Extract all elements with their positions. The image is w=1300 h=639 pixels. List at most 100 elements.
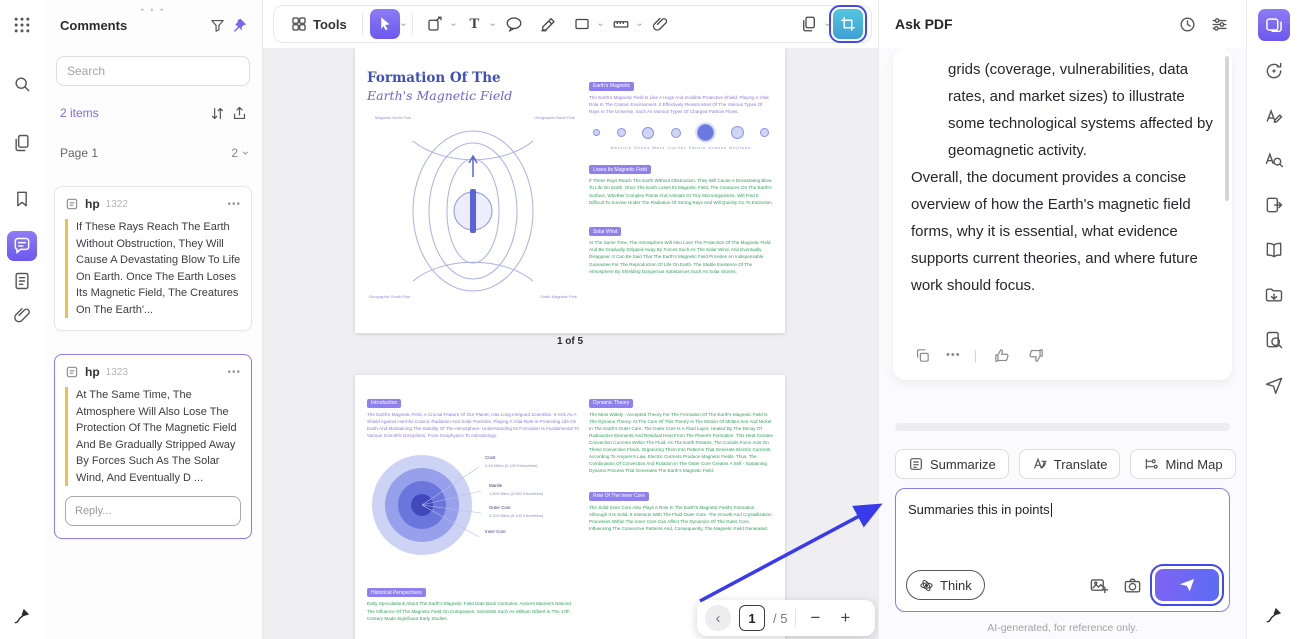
left-rail	[0, 0, 44, 639]
chevron-down-icon[interactable]: ›	[822, 22, 833, 25]
search-icon[interactable]	[7, 69, 37, 99]
more-icon[interactable]: •••	[227, 199, 241, 210]
ask-input-text[interactable]: Summaries this in points	[908, 502, 1050, 517]
comment-tool-button[interactable]	[499, 9, 529, 39]
sort-icon[interactable]	[206, 102, 228, 124]
panel-divider	[895, 423, 1230, 431]
filter-icon[interactable]	[206, 14, 228, 36]
attachments-icon[interactable]	[7, 300, 37, 330]
chip-label: Summarize	[930, 457, 996, 472]
export-document-icon[interactable]	[1258, 189, 1290, 221]
total-pages-label: / 5	[773, 611, 787, 626]
chevron-down-icon[interactable]: ›	[488, 22, 499, 25]
pdf-paragraph: The Most Widely - Accepted Theory For Th…	[589, 411, 773, 475]
edit-tool-button[interactable]	[420, 9, 450, 39]
text-caret	[1051, 503, 1053, 517]
ai-recognize-text-icon[interactable]	[1258, 144, 1290, 176]
more-icon[interactable]: •••	[227, 367, 241, 378]
pdf-paragraph: The Solid Inner Core Also Plays A Role I…	[589, 504, 773, 532]
reader-book-icon[interactable]	[1258, 234, 1290, 266]
zoom-out-button[interactable]: −	[804, 608, 826, 628]
send-plane-icon	[1178, 576, 1196, 594]
layer-label: Inner Core	[485, 529, 506, 534]
ai-chat-icon[interactable]	[1258, 55, 1290, 87]
copy-icon[interactable]	[911, 344, 933, 366]
crop-icon	[839, 15, 857, 33]
thumbs-down-icon[interactable]	[1025, 344, 1047, 366]
ai-assistant-panel-icon[interactable]	[1258, 9, 1290, 41]
comments-search-input[interactable]	[56, 56, 250, 86]
depth-label: 1,800 Miles (2,900 Kilometers)	[489, 491, 543, 496]
pdf-paragraph: The Earth's Magnetic Field Is Like A Hug…	[589, 94, 773, 115]
comments-panel-icon[interactable]	[7, 231, 37, 261]
chevron-down-icon[interactable]: ›	[595, 22, 606, 25]
page-thumbnails-icon[interactable]	[7, 128, 37, 158]
thumbs-up-icon[interactable]	[990, 344, 1012, 366]
send-button[interactable]	[1155, 569, 1219, 601]
measure-tool-button[interactable]	[606, 9, 636, 39]
depth-label: 0-60 Miles (0-100 Kilometers)	[485, 463, 537, 468]
pdf-section-tag: Earth's Magnetic	[589, 82, 634, 91]
comment-card[interactable]: hp 1322 ••• If These Rays Reach The Eart…	[54, 186, 252, 331]
mind-map-chip[interactable]: Mind Map	[1130, 449, 1235, 479]
select-tool-button[interactable]	[370, 9, 400, 39]
share-icon[interactable]	[1258, 369, 1290, 401]
ink-signature-icon[interactable]	[1258, 599, 1290, 631]
current-page-input[interactable]: 1	[739, 605, 765, 631]
chevron-down-icon[interactable]: ›	[634, 22, 645, 25]
depth-label: 3,200 Miles (5,100 Kilometers)	[489, 513, 543, 518]
chevron-down-icon[interactable]: ›	[240, 151, 252, 155]
ai-write-icon[interactable]	[1258, 100, 1290, 132]
think-toggle-button[interactable]: Think	[906, 570, 985, 600]
ask-input-box[interactable]: Summaries this in points Think	[895, 488, 1230, 612]
text-tool-button[interactable]: T	[459, 9, 489, 39]
attach-tool-button[interactable]	[645, 9, 675, 39]
add-image-icon[interactable]	[1087, 574, 1109, 596]
comment-card-selected[interactable]: hp 1323 ••• At The Same Time, The Atmosp…	[54, 354, 252, 539]
more-icon[interactable]: •••	[946, 349, 961, 361]
export-comments-icon[interactable]	[228, 102, 250, 124]
scrollbar-thumb[interactable]	[1225, 56, 1229, 201]
planets-caption: Mercury Venus Mars Jupiter Saturn Uranus…	[589, 145, 773, 150]
tools-button[interactable]: Tools	[282, 9, 355, 39]
comment-id: 1323	[106, 367, 222, 378]
apps-grid-icon[interactable]	[7, 10, 37, 40]
comments-group-page1[interactable]: Page 1 2 ›	[60, 146, 248, 160]
magnetic-field-diagram: Magnetic North Pole Geographic North Pol…	[367, 111, 579, 301]
pdf-paragraph: Early Speculations About The Earth's Mag…	[367, 600, 579, 621]
ink-signature-icon[interactable]	[7, 601, 37, 631]
zoom-in-button[interactable]: +	[834, 608, 856, 628]
summarize-chip[interactable]: Summarize	[895, 449, 1009, 479]
pin-icon[interactable]	[228, 14, 250, 36]
shape-tool-button[interactable]	[567, 9, 597, 39]
annotation-type-icon	[65, 365, 79, 379]
screenshot-camera-icon[interactable]	[1121, 574, 1143, 596]
think-atom-icon	[919, 578, 934, 593]
pdf-section-tag: Solar Wind	[589, 227, 621, 236]
notes-icon[interactable]	[7, 266, 37, 296]
pdf-scroll-area[interactable]: Formation Of The Earth's Magnetic Field …	[263, 48, 878, 639]
chevron-down-icon[interactable]: ›	[448, 22, 459, 25]
updf-app-window: • • • Comments 2 items Page 1 2 ›	[0, 0, 1300, 639]
pdf-doc-title-line1: Formation Of The	[367, 70, 579, 86]
ruler-icon	[612, 15, 630, 33]
translate-chip[interactable]: Translate	[1019, 449, 1121, 479]
ask-pdf-title: Ask PDF	[895, 16, 1166, 32]
paperclip-icon	[651, 15, 669, 33]
snapshot-tool-button[interactable]	[794, 9, 824, 39]
history-icon[interactable]	[1176, 13, 1198, 35]
search-document-icon[interactable]	[1258, 324, 1290, 356]
pdf-page-1[interactable]: Formation Of The Earth's Magnetic Field …	[355, 48, 785, 333]
comment-author: hp	[85, 197, 100, 211]
diagram-label: South Magnetic Pole	[540, 294, 577, 299]
settings-sliders-icon[interactable]	[1208, 13, 1230, 35]
chevron-down-icon[interactable]: ›	[398, 22, 409, 25]
bookmark-icon[interactable]	[7, 184, 37, 214]
highlight-tool-button[interactable]	[533, 9, 563, 39]
ai-disclaimer: AI-generated, for reference only.	[879, 622, 1246, 634]
previous-page-button[interactable]: ‹	[705, 605, 731, 631]
reply-input[interactable]	[65, 496, 241, 526]
organize-pages-icon[interactable]	[1258, 279, 1290, 311]
comment-quote: If These Rays Reach The Earth Without Ob…	[65, 219, 241, 318]
crop-snapshot-button[interactable]	[833, 9, 863, 39]
